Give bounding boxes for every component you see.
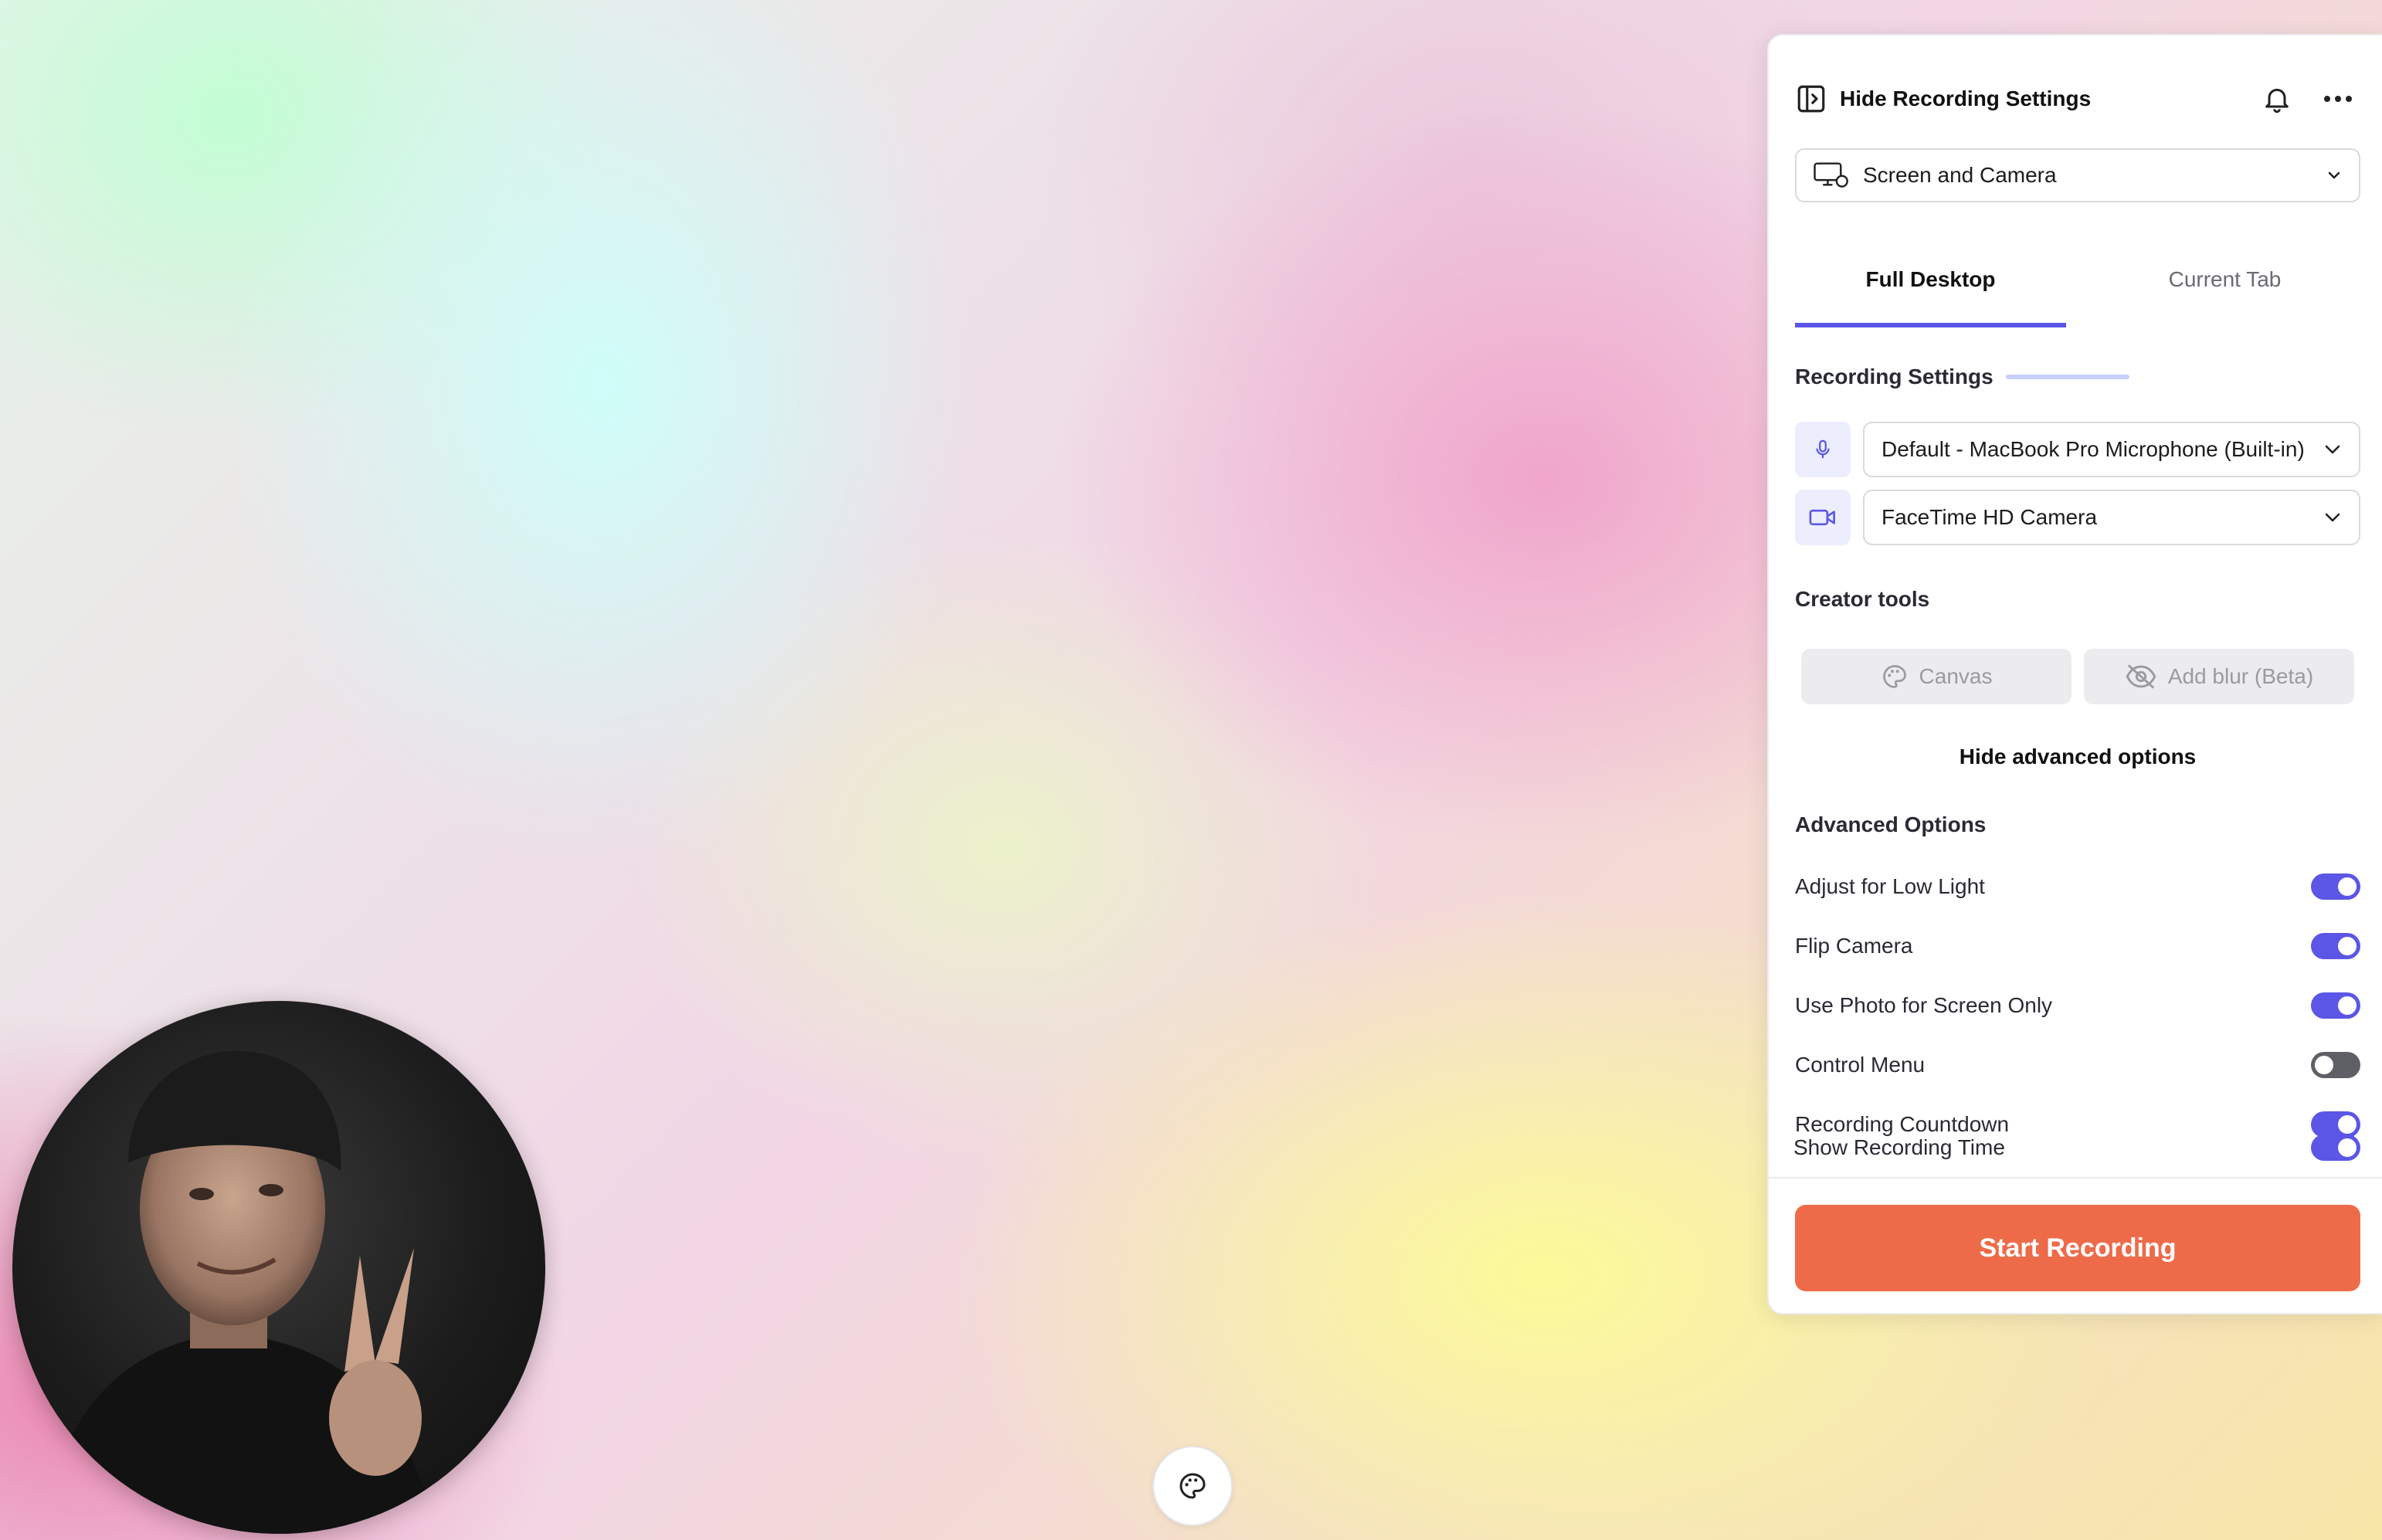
microphone-icon bbox=[1816, 439, 1830, 459]
chevron-down-icon bbox=[2325, 445, 2340, 454]
capture-mode-tabs: Full Desktop Current Tab bbox=[1795, 244, 2360, 327]
advanced-options-title: Advanced Options bbox=[1795, 812, 1987, 836]
hide-advanced-options-link[interactable]: Hide advanced options bbox=[1795, 745, 2360, 769]
recording-settings-heading: Recording Settings bbox=[1795, 365, 2129, 389]
panel-header: Hide Recording Settings bbox=[1795, 74, 2360, 124]
option-label: Use Photo for Screen Only bbox=[1795, 993, 2053, 1017]
header-title: Hide Recording Settings bbox=[1840, 86, 2092, 110]
camera-preview-bubble[interactable] bbox=[12, 1001, 545, 1534]
palette-icon bbox=[1882, 665, 1906, 688]
microphone-value: Default - MacBook Pro Microphone (Built-… bbox=[1882, 437, 2305, 461]
photo-screen-only-toggle[interactable] bbox=[2311, 992, 2360, 1019]
camera-value: FaceTime HD Camera bbox=[1882, 505, 2098, 529]
microphone-toggle-button[interactable] bbox=[1795, 422, 1851, 477]
start-recording-button[interactable]: Start Recording bbox=[1795, 1205, 2360, 1291]
bell-icon[interactable] bbox=[2262, 83, 2292, 115]
option-row-low-light: Adjust for Low Light bbox=[1795, 868, 2360, 905]
option-row-photo-screen-only: Use Photo for Screen Only bbox=[1795, 987, 2360, 1024]
canvas-button[interactable]: Canvas bbox=[1801, 649, 2072, 704]
flip-camera-toggle[interactable] bbox=[2311, 933, 2360, 959]
screen-camera-icon bbox=[1814, 162, 1848, 188]
add-blur-label: Add blur (Beta) bbox=[2167, 664, 2314, 688]
eye-off-icon bbox=[2126, 664, 2156, 689]
control-menu-toggle[interactable] bbox=[2311, 1052, 2360, 1078]
microphone-select[interactable]: Default - MacBook Pro Microphone (Built-… bbox=[1863, 422, 2360, 477]
tab-current-tab[interactable]: Current Tab bbox=[2089, 244, 2360, 327]
palette-button[interactable] bbox=[1152, 1446, 1233, 1526]
microphone-row: Default - MacBook Pro Microphone (Built-… bbox=[1795, 422, 2360, 477]
camera-select[interactable]: FaceTime HD Camera bbox=[1863, 490, 2360, 545]
audio-level-bar bbox=[2005, 375, 2129, 379]
hide-recording-settings-toggle[interactable]: Hide Recording Settings bbox=[1795, 83, 2091, 115]
option-label: Flip Camera bbox=[1795, 934, 1913, 958]
option-label: Show Recording Time bbox=[1793, 1135, 2005, 1159]
camera-toggle-button[interactable] bbox=[1795, 490, 1851, 545]
camera-preview-image bbox=[43, 1050, 445, 1534]
recording-source-select[interactable]: Screen and Camera bbox=[1795, 148, 2360, 202]
chevron-down-icon bbox=[2328, 171, 2340, 179]
option-row-control-menu: Control Menu bbox=[1795, 1046, 2360, 1084]
low-light-toggle[interactable] bbox=[2311, 873, 2360, 900]
chevron-down-icon bbox=[2325, 513, 2340, 522]
palette-icon bbox=[1179, 1473, 1206, 1499]
creator-tools-row: Canvas Add blur (Beta) bbox=[1801, 649, 2354, 704]
tab-full-desktop[interactable]: Full Desktop bbox=[1795, 244, 2066, 327]
option-label: Adjust for Low Light bbox=[1795, 874, 1985, 898]
show-recording-time-toggle[interactable] bbox=[2311, 1135, 2360, 1161]
sidebar-collapse-icon bbox=[1797, 85, 1825, 113]
camera-row: FaceTime HD Camera bbox=[1795, 490, 2360, 545]
recording-settings-panel: Hide Recording Settings Screen and Camer… bbox=[1767, 34, 2382, 1314]
canvas-label: Canvas bbox=[1919, 664, 1993, 688]
add-blur-button[interactable]: Add blur (Beta) bbox=[2084, 649, 2354, 704]
recording-settings-title: Recording Settings bbox=[1795, 365, 1993, 388]
creator-tools-title: Creator tools bbox=[1795, 587, 1930, 611]
option-row-show-recording-time: Show Recording Time bbox=[1793, 1129, 2360, 1166]
video-camera-icon bbox=[1809, 509, 1835, 526]
footer-divider bbox=[1769, 1177, 2382, 1179]
recording-source-value: Screen and Camera bbox=[1863, 163, 2057, 187]
option-label: Control Menu bbox=[1795, 1053, 1926, 1077]
option-row-flip-camera: Flip Camera bbox=[1795, 928, 2360, 965]
more-options-icon[interactable] bbox=[2323, 94, 2353, 103]
